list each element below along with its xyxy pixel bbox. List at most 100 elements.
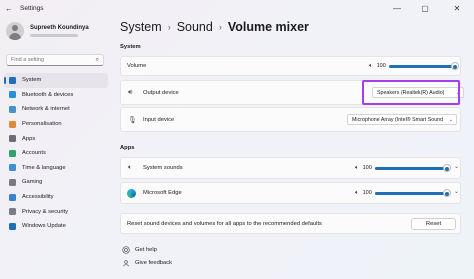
search-placeholder: Find a setting (11, 57, 45, 63)
volume-label: Volume (127, 63, 147, 69)
volume-slider-thumb[interactable] (450, 62, 459, 70)
update-icon (9, 222, 16, 230)
volume-slider[interactable] (388, 62, 459, 70)
search-input[interactable]: Find a setting ⌕ (6, 54, 104, 66)
input-device-label: Input device (143, 116, 175, 123)
sidebar-item-label: Accessibility (22, 194, 54, 201)
minimize-button[interactable]: — (386, 0, 408, 16)
sidebar-item-label: Gaming (22, 179, 43, 186)
brush-icon (9, 120, 16, 128)
app-row-system-sounds[interactable]: 🔈︎ System sounds 🔈︎ 100 ⌄ (120, 157, 461, 179)
apps-section-heading: Apps (120, 145, 135, 151)
get-help-label[interactable]: Get help (135, 247, 157, 253)
accessibility-icon (9, 193, 16, 201)
system-section-heading: System (120, 44, 141, 50)
monitor-icon (9, 76, 16, 84)
sidebar-item-label: Apps (22, 135, 36, 142)
give-feedback-label[interactable]: Give feedback (135, 260, 172, 266)
microphone-icon: 🎙︎ (128, 116, 137, 124)
sidebar-item-label: Windows Update (22, 223, 66, 230)
output-speaker-icon: 🔊︎ (128, 88, 133, 96)
sidebar-item-accounts[interactable]: Accounts (4, 146, 108, 161)
sidebar: Supreeth Koundinya Find a setting ⌕ Syst… (0, 16, 112, 279)
chevron-down-icon[interactable]: ⌄ (454, 188, 459, 195)
app-row-microsoft-edge[interactable]: Microsoft Edge 🔈︎ 100 ⌄ (120, 182, 461, 204)
app-volume-slider-fill (374, 166, 447, 170)
globe-icon (9, 164, 16, 172)
maximize-button[interactable]: ▢ (414, 0, 436, 16)
app-volume-slider-thumb[interactable] (442, 164, 451, 172)
master-volume-control: 🔈︎ 100 (369, 62, 459, 70)
app-volume-slider-thumb[interactable] (442, 189, 451, 197)
page-title: Volume mixer (227, 20, 309, 34)
chevron-down-icon: ⌄ (448, 116, 453, 123)
volume-value: 100 (376, 63, 386, 69)
app-volume-slider[interactable] (374, 189, 451, 197)
sidebar-nav: System Bluetooth & devices Network & inter… (4, 73, 108, 234)
sidebar-item-privacy-security[interactable]: Privacy & security (4, 204, 108, 219)
get-help-link[interactable]: Get help (122, 246, 157, 254)
person-icon (9, 149, 16, 157)
avatar (6, 22, 24, 40)
help-icon (122, 246, 130, 254)
feedback-icon (122, 259, 130, 267)
sidebar-item-time-language[interactable]: Time & language (4, 161, 108, 176)
breadcrumb-sound[interactable]: Sound (177, 20, 213, 34)
breadcrumb-system[interactable]: System (120, 20, 162, 34)
app-volume-slider[interactable] (374, 164, 451, 172)
shield-icon (9, 208, 16, 216)
gamepad-icon (9, 178, 16, 186)
sidebar-item-apps[interactable]: Apps (4, 131, 108, 146)
sidebar-item-bluetooth-devices[interactable]: Bluetooth & devices (4, 88, 108, 103)
bluetooth-icon (9, 91, 16, 99)
app-volume-value: 100 (362, 190, 372, 196)
volume-slider-fill (388, 64, 455, 68)
app-name: System sounds (143, 165, 183, 171)
profile-name: Supreeth Koundinya (30, 25, 89, 31)
profile-email-redacted (30, 34, 78, 37)
speaker-icon[interactable]: 🔈︎ (355, 165, 359, 172)
input-device-value: Microphone Array (Intel® Smart Sound (352, 116, 444, 123)
reset-row: Reset sound devices and volumes for all … (120, 213, 461, 234)
app-volume-control: 🔈︎ 100 (355, 189, 451, 197)
speaker-icon[interactable]: 🔈︎ (355, 190, 359, 197)
main-content: System › Sound › Volume mixer System Vol… (112, 16, 474, 279)
sidebar-item-personalisation[interactable]: Personalisation (4, 117, 108, 132)
sidebar-item-accessibility[interactable]: Accessibility (4, 190, 108, 205)
app-volume-slider-fill (374, 191, 447, 195)
input-device-dropdown[interactable]: Microphone Array (Intel® Smart Sound ⌄ (347, 114, 457, 125)
app-volume-value: 100 (362, 165, 372, 171)
app-volume-control: 🔈︎ 100 (355, 164, 451, 172)
breadcrumb-separator-icon: › (167, 22, 171, 32)
edge-logo-icon (127, 188, 136, 198)
back-arrow-icon[interactable]: ← (0, 4, 18, 13)
reset-button[interactable]: Reset (411, 218, 456, 230)
highlight-box (362, 80, 460, 105)
user-profile[interactable]: Supreeth Koundinya (6, 22, 89, 40)
apps-icon (9, 135, 16, 143)
sidebar-item-label: Time & language (22, 164, 66, 171)
system-sounds-icon: 🔈︎ (128, 164, 133, 171)
give-feedback-link[interactable]: Give feedback (122, 259, 172, 267)
sidebar-item-gaming[interactable]: Gaming (4, 175, 108, 190)
chevron-down-icon[interactable]: ⌄ (454, 163, 459, 170)
search-icon: ⌕ (95, 56, 99, 63)
volume-card: Volume 🔈︎ 100 (120, 56, 461, 76)
sidebar-item-windows-update[interactable]: Windows Update (4, 219, 108, 234)
wifi-icon (9, 105, 16, 113)
sidebar-item-label: Personalisation (22, 121, 62, 128)
close-button[interactable]: ✕ (446, 0, 468, 16)
output-device-label: Output device (143, 89, 179, 96)
sidebar-item-system[interactable]: System (4, 73, 108, 88)
breadcrumb: System › Sound › Volume mixer (120, 20, 309, 34)
input-device-card: 🎙︎ Input device Microphone Array (Intel®… (120, 107, 461, 132)
sidebar-item-label: Network & internet (22, 106, 70, 113)
sidebar-item-network-internet[interactable]: Network & internet (4, 102, 108, 117)
speaker-icon[interactable]: 🔈︎ (369, 63, 373, 70)
sidebar-item-label: Bluetooth & devices (22, 91, 74, 98)
sidebar-item-label: Accounts (22, 150, 46, 157)
app-name: Microsoft Edge (143, 190, 182, 196)
reset-description: Reset sound devices and volumes for all … (127, 220, 322, 227)
breadcrumb-separator-icon: › (218, 22, 222, 32)
window-title: Settings (20, 4, 44, 12)
